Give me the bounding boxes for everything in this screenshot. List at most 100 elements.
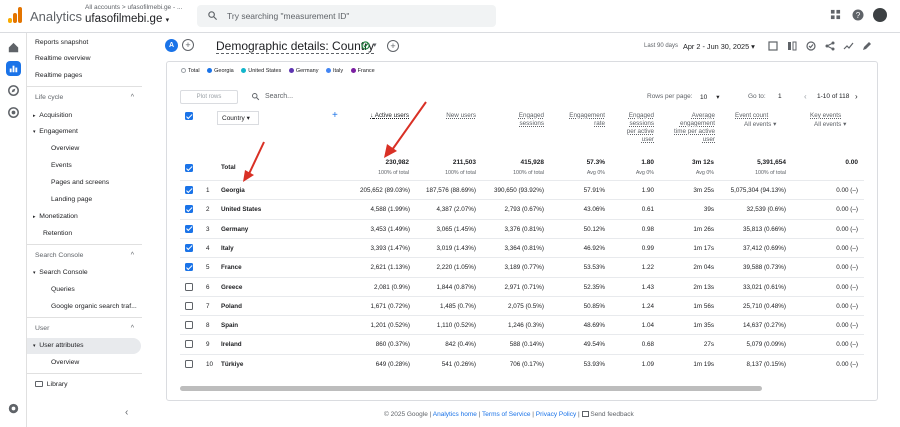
row-checkbox[interactable] <box>185 282 193 291</box>
sidebar-item-reports-snapshot[interactable]: Reports snapshot <box>35 39 88 46</box>
help-icon[interactable]: ? <box>852 9 864 21</box>
cell-country[interactable]: France <box>221 264 242 271</box>
insights-icon[interactable] <box>806 41 816 51</box>
cell-country[interactable]: Türkiye <box>221 361 243 368</box>
row-checkbox[interactable] <box>185 359 193 368</box>
cell-country[interactable]: Italy <box>221 245 234 252</box>
apps-grid-icon[interactable] <box>830 9 841 20</box>
date-range-picker[interactable]: Apr 2 - Jun 30, 2025 ▾ <box>683 42 755 51</box>
table-row[interactable]: 6 Greece 2,081 (0.9%) 1,844 (0.87%) 2,971 (0… <box>180 276 864 296</box>
customize-report-icon[interactable] <box>768 41 778 51</box>
table-row[interactable]: 5 France 2,621 (1.13%) 2,220 (1.05%) 3,189 (… <box>180 257 864 276</box>
sidebar-item-events[interactable]: Events <box>51 162 72 169</box>
sidebar-item-retention[interactable]: Retention <box>43 230 72 237</box>
table-search-input[interactable]: Search... <box>265 93 293 100</box>
sidebar-section-user[interactable]: User ^ <box>35 325 142 332</box>
cell-country[interactable]: Spain <box>221 322 238 329</box>
column-header-new-users[interactable]: New users <box>427 112 476 120</box>
terms-link[interactable]: Terms of Service <box>482 411 530 418</box>
sidebar-item-search-console[interactable]: ▾ Search Console <box>33 269 88 276</box>
table-row[interactable]: 4 Italy 3,393 (1.47%) 3,019 (1.43%) 3,364 (0… <box>180 237 864 257</box>
table-row[interactable]: 3 Germany 3,453 (1.49%) 3,065 (1.45%) 3,376 … <box>180 218 864 238</box>
row-checkbox[interactable] <box>185 243 193 252</box>
table-row[interactable]: 2 United States 4,588 (1.99%) 4,387 (2.07%)… <box>180 199 864 218</box>
sidebar-item-realtime-pages[interactable]: Realtime pages <box>35 72 82 79</box>
title-dropdown-icon[interactable]: ▾ <box>373 41 377 49</box>
row-checkbox[interactable] <box>185 301 193 310</box>
sidebar-item-engagement-overview[interactable]: Overview <box>51 145 79 152</box>
add-comparison-icon[interactable]: + <box>182 39 194 51</box>
section-label: Life cycle <box>35 94 64 101</box>
sidebar-section-search-console[interactable]: Search Console ^ <box>35 252 142 259</box>
plot-rows-button[interactable]: Plot rows <box>180 90 238 104</box>
goto-page-input[interactable]: 1 <box>778 93 782 100</box>
row-checkbox[interactable] <box>185 186 193 194</box>
column-header-engagement-rate[interactable]: Engagement rate <box>560 112 605 128</box>
totals-checkbox[interactable] <box>185 164 193 172</box>
comparison-avatar[interactable]: A <box>165 39 178 52</box>
column-header-engaged-sessions[interactable]: Engaged sessions <box>494 112 544 128</box>
key-event-filter-select[interactable]: All events ▾ <box>814 121 858 129</box>
cell-country[interactable]: United States <box>221 206 261 213</box>
cell-country[interactable]: Ireland <box>221 341 242 348</box>
search-input[interactable]: Try searching "measurement ID" <box>197 5 496 27</box>
collapse-sidebar-icon[interactable]: ‹ <box>125 407 128 418</box>
row-checkbox[interactable] <box>185 224 193 233</box>
column-header-event-count[interactable]: Event count <box>735 112 781 120</box>
sidebar-section-lifecycle[interactable]: Life cycle ^ <box>35 94 142 101</box>
cell-country[interactable]: Georgia <box>221 187 245 194</box>
advertising-icon[interactable] <box>6 105 21 120</box>
add-dimension-icon[interactable]: + <box>332 110 338 121</box>
add-card-icon[interactable]: + <box>387 40 399 52</box>
home-icon[interactable] <box>6 40 21 55</box>
sidebar-item-landing-page[interactable]: Landing page <box>51 196 92 203</box>
send-feedback-link[interactable]: Send feedback <box>590 411 633 418</box>
select-all-checkbox[interactable] <box>185 112 193 120</box>
profile-avatar[interactable] <box>873 8 887 22</box>
row-checkbox[interactable] <box>185 340 193 349</box>
dimension-selector[interactable]: Country ▾ <box>217 111 259 125</box>
sidebar-item-realtime-overview[interactable]: Realtime overview <box>35 55 91 62</box>
sidebar-item-queries[interactable]: Queries <box>51 286 75 293</box>
sidebar-item-organic-search[interactable]: Google organic search traf... <box>51 303 137 310</box>
column-header-engaged-per-user[interactable]: Engaged sessions per active user <box>620 112 654 144</box>
cell-country[interactable]: Poland <box>221 303 242 310</box>
table-row[interactable]: 10 Türkiye 649 (0.28%) 541 (0.26%) 706 (0.17… <box>180 353 864 373</box>
share-icon[interactable] <box>825 41 835 51</box>
compare-icon[interactable] <box>787 41 797 51</box>
row-checkbox[interactable] <box>185 321 193 330</box>
next-page-icon[interactable]: › <box>855 92 858 101</box>
account-breadcrumb[interactable]: All accounts > ufasofilmebi.ge - ... <box>85 4 182 11</box>
sidebar-item-engagement[interactable]: ▾ Engagement <box>33 128 78 135</box>
row-checkbox[interactable] <box>185 263 193 272</box>
sidebar-item-monetization[interactable]: ▸ Monetization <box>33 213 78 220</box>
sidebar-item-pages-screens[interactable]: Pages and screens <box>51 179 109 186</box>
sidebar-item-user-attributes[interactable]: ▾ User attributes <box>27 338 141 354</box>
reports-icon[interactable] <box>6 61 21 76</box>
sidebar-item-user-overview[interactable]: Overview <box>51 359 79 366</box>
settings-gear-icon[interactable] <box>6 401 21 416</box>
rows-per-page-select[interactable]: 10 ▾ <box>700 93 720 101</box>
table-row[interactable]: 8 Spain 1,201 (0.52%) 1,110 (0.52%) 1,246 (0… <box>180 315 864 334</box>
table-row[interactable]: 7 Poland 1,671 (0.72%) 1,485 (0.7%) 2,075 (0… <box>180 295 864 315</box>
explore-icon[interactable] <box>6 83 21 98</box>
sidebar-item-library[interactable]: Library <box>35 381 68 388</box>
cell-country[interactable]: Greece <box>221 284 242 291</box>
row-checkbox[interactable] <box>185 205 193 214</box>
account-selector[interactable]: ufasofilmebi.ge ▾ <box>85 13 169 25</box>
table-row[interactable]: 9 Ireland 860 (0.37%) 842 (0.4%) 588 (0.14%)… <box>180 334 864 353</box>
prev-page-icon[interactable]: ‹ <box>804 92 807 101</box>
analytics-home-link[interactable]: Analytics home <box>433 411 477 418</box>
column-header-key-events[interactable]: Key events <box>810 112 854 120</box>
sidebar-item-acquisition[interactable]: ▸ Acquisition <box>33 112 72 119</box>
privacy-link[interactable]: Privacy Policy <box>536 411 576 418</box>
row-index: 8 <box>206 322 210 330</box>
cell-country[interactable]: Germany <box>221 226 248 233</box>
analytics-logo-icon[interactable] <box>8 7 22 23</box>
table-row[interactable]: 1 Georgia 205,652 (89.03%) 187,576 (88.69%)… <box>180 180 864 199</box>
event-filter-select[interactable]: All events ▾ <box>744 121 790 129</box>
trend-icon[interactable] <box>843 41 854 51</box>
horizontal-scrollbar[interactable] <box>180 386 762 391</box>
column-header-avg-time[interactable]: Average engagement time per active user <box>671 112 715 144</box>
edit-pencil-icon[interactable] <box>862 41 872 51</box>
